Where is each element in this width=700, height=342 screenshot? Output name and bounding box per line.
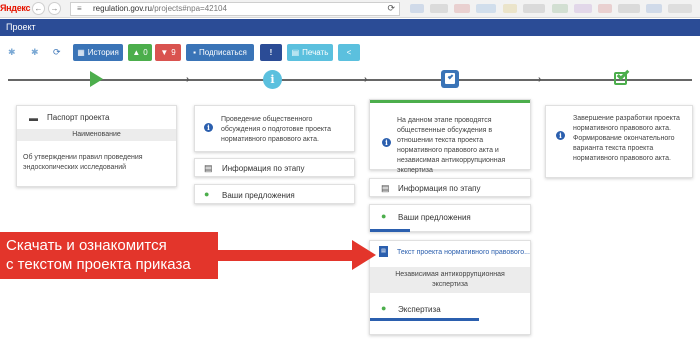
comment-icon: ● <box>381 303 387 313</box>
comment-icon: ● <box>381 211 387 221</box>
doc-file-icon: ▤ <box>379 246 388 257</box>
bookmark-icon[interactable] <box>503 4 517 13</box>
calendar-icon: ▦ <box>77 48 85 57</box>
info-icon: i <box>556 131 565 140</box>
chevron-right-icon: › <box>364 74 368 85</box>
stage-description: Завершение разработки проекта нормативно… <box>573 115 680 162</box>
passport-label[interactable]: Паспорт проекта <box>47 113 109 122</box>
url-host: regulation.gov.ru <box>93 4 152 13</box>
project-name: Об утверждении правил проведения эндоско… <box>23 154 143 171</box>
dislikes-count: 9 <box>171 48 176 57</box>
proposals-label: Ваши предложения <box>222 191 295 200</box>
bookmark-icon[interactable] <box>476 4 496 13</box>
annotation-line-2: с текстом проекта приказа <box>6 256 191 273</box>
annotation-arrow-head <box>352 240 376 270</box>
bell-icon: ▪ <box>193 48 196 57</box>
stage-info-row[interactable]: ▤ Информация по этапу <box>194 158 355 177</box>
report-button[interactable]: ! <box>260 44 282 61</box>
like-button[interactable]: ▲ 0 <box>128 44 152 61</box>
expertise-progress <box>370 318 479 321</box>
bookmark-icon[interactable] <box>618 4 640 13</box>
bookmark-icon[interactable] <box>552 4 568 13</box>
info-icon: i <box>382 138 391 147</box>
subscribe-label: Подписаться <box>198 48 247 57</box>
annotation-arrow <box>218 250 358 261</box>
reload-icon[interactable]: ⟳ <box>387 3 395 14</box>
bookmark-icon[interactable] <box>574 4 592 13</box>
stage-info-row[interactable]: ▤ Информация по этапу <box>369 178 531 197</box>
browser-bar: Яндекс ← → ≡ regulation.gov.ru/projects#… <box>0 0 700 18</box>
bookmark-icon[interactable] <box>430 4 448 13</box>
site-icon: ≡ <box>77 4 82 13</box>
bookmark-icon[interactable] <box>668 4 692 13</box>
stage-card-passport: ▬ Паспорт проекта Наименование Об утверж… <box>16 105 177 187</box>
likes-count: 0 <box>143 48 148 57</box>
name-header: Наименование <box>17 129 176 141</box>
chevron-right-icon: › <box>186 74 190 85</box>
annotation-callout: Скачать и ознакомится с текстом проекта … <box>0 232 218 279</box>
print-label: Печать <box>302 48 329 57</box>
bookmark-icon[interactable] <box>454 4 470 13</box>
bookmark-icon[interactable] <box>646 4 662 13</box>
annotation-text: Скачать и ознакомится с текстом проекта … <box>6 236 191 274</box>
thumbs-up-icon: ▲ <box>132 48 141 57</box>
dislike-button[interactable]: ▼ 9 <box>155 44 181 61</box>
proposals-progress <box>370 229 410 232</box>
print-button[interactable]: ▤ Печать <box>287 44 333 61</box>
stage-description: На данном этапе проводятся общественные … <box>397 117 506 174</box>
timeline-line <box>8 79 692 81</box>
url-path: /projects#npa=42104 <box>152 4 227 13</box>
expertise-label[interactable]: Экспертиза <box>398 305 441 314</box>
history-label: История <box>87 48 119 57</box>
document-link[interactable]: Текст проекта нормативного правового... <box>397 249 530 256</box>
stage-play-icon[interactable] <box>90 71 103 87</box>
subscribe-button[interactable]: ▪ Подписаться <box>186 44 254 61</box>
url-text: regulation.gov.ru/projects#npa=42104 <box>93 4 227 13</box>
settings-alt-icon[interactable]: ✱ <box>31 47 39 58</box>
share-icon: < <box>346 48 352 57</box>
stage-info-label: Информация по этапу <box>398 184 481 193</box>
proposals-label: Ваши предложения <box>398 213 471 222</box>
bookmark-icon[interactable] <box>523 4 545 13</box>
clipboard-icon <box>445 73 455 84</box>
proposals-row[interactable]: ● Ваши предложения <box>369 204 531 232</box>
thumbs-down-icon: ▼ <box>160 48 169 57</box>
stage-complete-icon[interactable] <box>614 67 633 88</box>
forward-button[interactable]: → <box>48 2 61 15</box>
refresh-icon[interactable]: ⟳ <box>53 47 61 58</box>
share-button[interactable]: < <box>338 44 360 61</box>
yandex-logo: Яндекс <box>0 3 31 13</box>
project-header: Проект <box>0 19 700 36</box>
history-button[interactable]: ▦ История <box>73 44 123 61</box>
document-card: ▤ Текст проекта нормативного правового..… <box>369 240 531 335</box>
chevron-right-icon: › <box>538 74 542 85</box>
settings-icon[interactable]: ✱ <box>8 47 16 58</box>
bookmark-icon[interactable] <box>598 4 612 13</box>
print-icon: ▤ <box>291 48 300 57</box>
info-icon: i <box>204 123 213 132</box>
stage-card-discussion: i Проведение общественного обсуждения о … <box>194 105 355 152</box>
stage-card-completion: i Завершение разработки проекта норматив… <box>545 105 693 178</box>
stage-info-icon[interactable]: i <box>263 70 282 89</box>
bookmark-icon[interactable] <box>410 4 424 13</box>
list-icon: ▤ <box>204 163 213 173</box>
stage-card-public-discussion: i На данном этапе проводятся общественны… <box>369 99 531 174</box>
exclamation-icon: ! <box>269 48 273 57</box>
address-bar[interactable]: ≡ regulation.gov.ru/projects#npa=42104 ⟳ <box>70 2 400 16</box>
annotation-line-1: Скачать и ознакомится <box>6 237 167 254</box>
proposals-row[interactable]: ● Ваши предложения <box>194 184 355 204</box>
stage-current-icon[interactable] <box>441 70 459 88</box>
briefcase-icon: ▬ <box>29 113 38 123</box>
back-button[interactable]: ← <box>32 2 45 15</box>
anticorruption-header: Независимая антикоррупционная экспертиза <box>370 267 530 293</box>
stage-info-label: Информация по этапу <box>222 164 305 173</box>
page-title: Проект <box>6 22 36 32</box>
list-icon: ▤ <box>381 183 390 193</box>
stage-card-accent <box>370 100 530 103</box>
stage-description: Проведение общественного обсуждения о по… <box>221 116 332 143</box>
comment-icon: ● <box>204 189 210 199</box>
